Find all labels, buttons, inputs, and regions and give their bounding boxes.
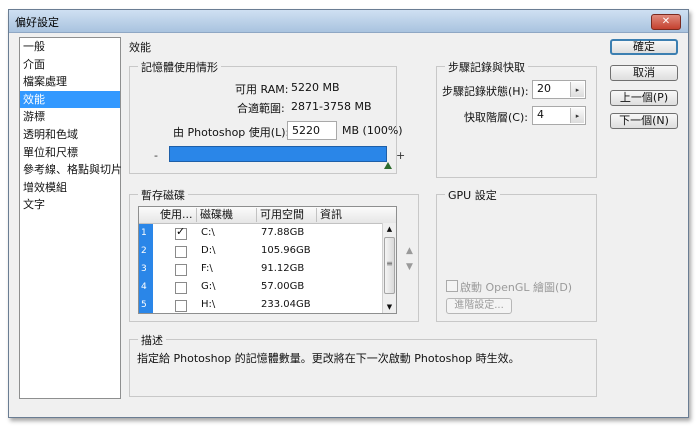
scroll-down-icon[interactable]: ▼ xyxy=(383,301,396,313)
free-space-cell: 57.00GB xyxy=(261,281,305,292)
drive-cell: D:\ xyxy=(201,245,216,256)
drive-cell: F:\ xyxy=(201,263,213,274)
free-space-cell: 77.88GB xyxy=(261,227,305,238)
use-checkbox[interactable] xyxy=(175,282,187,294)
memory-usage-legend: 記憶體使用情形 xyxy=(138,59,221,75)
drive-cell: H:\ xyxy=(201,299,216,310)
ok-button[interactable]: 確定 xyxy=(610,39,678,55)
cache-levels-label: 快取階層(C): xyxy=(464,111,528,124)
table-scrollbar[interactable]: ▲ ≡ ▼ xyxy=(382,223,396,313)
spinner-arrow-icon[interactable]: ▸ xyxy=(570,82,584,97)
scratch-disks-table[interactable]: 使用... 磁碟機 可用空間 資訊 1 C:\ 77.88GB 2 D:\ 105.96G… xyxy=(138,206,397,314)
nav-item-1[interactable]: 介面 xyxy=(20,56,120,74)
nav-item-9[interactable]: 文字 xyxy=(20,196,120,214)
photoshop-use-label: 由 Photoshop 使用(L): xyxy=(173,126,290,139)
nav-item-0[interactable]: 一般 xyxy=(20,38,120,56)
spinner-arrow-icon[interactable]: ▸ xyxy=(570,108,584,123)
nav-item-4[interactable]: 游標 xyxy=(20,108,120,126)
nav-item-6[interactable]: 單位和尺標 xyxy=(20,144,120,162)
available-ram-value: 5220 MB xyxy=(291,81,340,94)
next-button[interactable]: 下一個(N) xyxy=(610,113,678,129)
nav-item-3[interactable]: 效能 xyxy=(20,90,120,109)
row-number: 5 xyxy=(139,296,153,313)
table-row[interactable]: 2 D:\ 105.96GB xyxy=(139,242,382,260)
move-up-icon[interactable]: ▲ xyxy=(406,246,413,256)
table-row[interactable]: 3 F:\ 91.12GB xyxy=(139,260,382,278)
advanced-settings-button[interactable]: 進階設定... xyxy=(446,298,512,314)
row-number: 1 xyxy=(139,224,153,242)
column-header-info[interactable]: 資訊 xyxy=(317,208,382,222)
free-space-cell: 105.96GB xyxy=(261,245,311,256)
window-title: 偏好設定 xyxy=(15,16,59,29)
history-states-label: 步驟記錄狀態(H): xyxy=(442,85,529,98)
ideal-range-value: 2871-3758 MB xyxy=(291,100,372,113)
nav-item-7[interactable]: 參考線、格點與切片 xyxy=(20,161,122,179)
row-number: 2 xyxy=(139,242,153,260)
section-title: 效能 xyxy=(129,41,151,54)
description-group: 描述 xyxy=(129,332,597,397)
free-space-cell: 233.04GB xyxy=(261,299,311,310)
cancel-button[interactable]: 取消 xyxy=(610,65,678,81)
available-ram-label: 可用 RAM: xyxy=(235,83,289,96)
nav-item-8[interactable]: 增效模組 xyxy=(20,179,120,197)
gpu-settings-legend: GPU 設定 xyxy=(445,187,500,203)
nav-item-2[interactable]: 檔案處理 xyxy=(20,73,120,91)
table-row[interactable]: 4 G:\ 57.00GB xyxy=(139,278,382,296)
category-list[interactable]: 一般 介面 檔案處理 效能 游標 透明和色域 單位和尺標 參考線、格點與切片 增效模組 文字 xyxy=(19,37,122,399)
use-checkbox[interactable] xyxy=(175,300,187,312)
use-checkbox[interactable] xyxy=(175,264,187,276)
free-space-cell: 91.12GB xyxy=(261,263,305,274)
ideal-range-label: 合適範圍: xyxy=(237,102,285,115)
drive-cell: C:\ xyxy=(201,227,215,238)
slider-min-label: - xyxy=(154,149,158,162)
opengl-label: 啟動 OpenGL 繪圖(D) xyxy=(460,281,573,294)
cache-levels-spinner[interactable]: 4 ▸ xyxy=(532,106,586,125)
memory-unit-label: MB (100%) xyxy=(342,124,403,137)
use-checkbox[interactable] xyxy=(175,246,187,258)
title-bar[interactable]: 偏好設定 ✕ xyxy=(9,10,688,33)
column-header-free-space[interactable]: 可用空間 xyxy=(257,208,317,222)
column-header-use[interactable]: 使用... xyxy=(157,208,197,222)
row-number: 4 xyxy=(139,278,153,296)
history-cache-legend: 步驟記錄與快取 xyxy=(445,59,528,75)
use-checkbox[interactable] xyxy=(175,225,187,240)
opengl-checkbox[interactable] xyxy=(446,280,458,292)
description-legend: 描述 xyxy=(138,332,166,348)
scroll-up-icon[interactable]: ▲ xyxy=(383,223,396,235)
drive-cell: G:\ xyxy=(201,281,216,292)
scratch-disks-legend: 暫存磁碟 xyxy=(138,187,188,203)
cache-levels-value: 4 xyxy=(537,108,544,121)
history-states-value: 20 xyxy=(537,82,551,95)
nav-item-5[interactable]: 透明和色域 xyxy=(20,126,120,144)
history-states-spinner[interactable]: 20 ▸ xyxy=(532,80,586,99)
close-button[interactable]: ✕ xyxy=(651,14,681,30)
close-icon: ✕ xyxy=(661,16,671,27)
memory-slider-thumb[interactable] xyxy=(384,162,392,169)
table-row[interactable]: 1 C:\ 77.88GB xyxy=(139,224,382,242)
column-header-drive[interactable]: 磁碟機 xyxy=(197,208,257,222)
slider-max-label: + xyxy=(396,149,406,162)
description-text: 指定給 Photoshop 的記憶體數量。更改將在下一次啟動 Photoshop… xyxy=(137,352,520,365)
memory-usage-bar xyxy=(169,146,387,162)
memory-amount-input[interactable]: 5220 xyxy=(287,121,337,140)
scroll-thumb[interactable]: ≡ xyxy=(384,237,395,294)
row-number: 3 xyxy=(139,260,153,278)
move-down-icon[interactable]: ▼ xyxy=(406,262,413,272)
previous-button[interactable]: 上一個(P) xyxy=(610,90,678,106)
table-row[interactable]: 5 H:\ 233.04GB xyxy=(139,296,382,313)
preferences-dialog: 偏好設定 ✕ 一般 介面 檔案處理 效能 游標 透明和色域 單位和尺標 參考線、格點與切片 增效… xyxy=(8,9,689,418)
table-header: 使用... 磁碟機 可用空間 資訊 xyxy=(139,207,396,224)
